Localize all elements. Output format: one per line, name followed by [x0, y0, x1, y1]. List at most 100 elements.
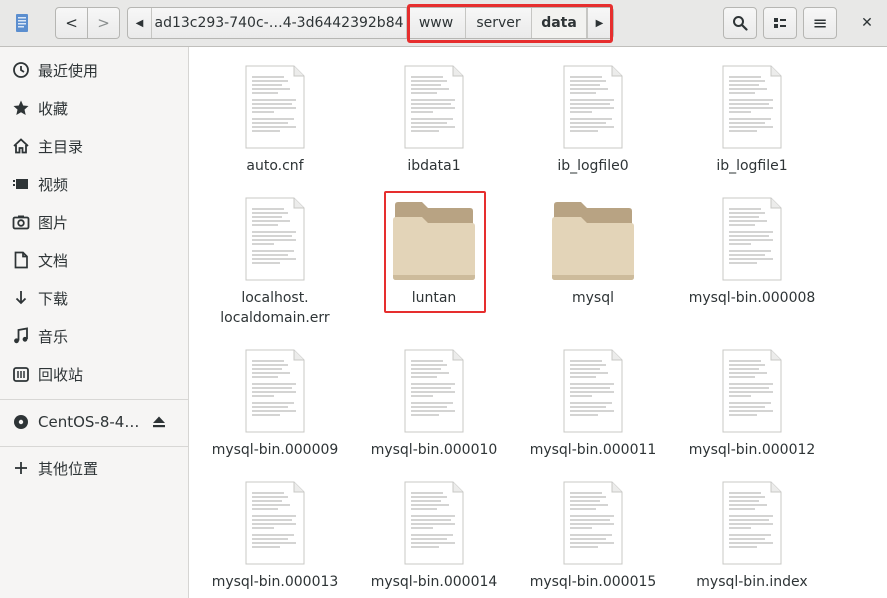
document-icon: [14, 251, 28, 269]
sidebar-item-videos[interactable]: 视频: [0, 165, 188, 203]
file-item[interactable]: mysql-bin.000008: [677, 197, 827, 308]
music-icon: [14, 327, 28, 344]
view-toggle-button[interactable]: [763, 7, 797, 39]
path-scroll-right-button[interactable]: ▶: [587, 8, 611, 38]
file-name: mysql-bin.000013: [211, 574, 339, 590]
trash-icon: [13, 367, 29, 382]
hamburger-menu-icon: ≡: [812, 12, 828, 34]
file-name: mysql-bin.000015: [529, 574, 657, 590]
forward-button[interactable]: >: [88, 7, 120, 39]
arrow-left-icon: ◀: [135, 17, 144, 29]
path-bar: ◀ ad13c293-740c-…4-3d6442392b84 www serv…: [127, 7, 614, 39]
chevron-left-icon: <: [65, 14, 78, 32]
file-name: mysql-bin.000012: [688, 442, 816, 458]
clock-icon: [13, 62, 29, 78]
eject-icon[interactable]: [152, 415, 166, 429]
folder-item[interactable]: mysql: [518, 197, 668, 308]
file-item[interactable]: ib_logfile1: [677, 65, 827, 176]
sidebar-item-starred[interactable]: 收藏: [0, 89, 188, 127]
sidebar-separator: [0, 399, 188, 400]
file-item[interactable]: ibdata1: [359, 65, 509, 176]
sidebar-item-recent[interactable]: 最近使用: [0, 51, 188, 89]
file-name: mysql-bin.000009: [211, 442, 339, 458]
text-file-icon: [563, 65, 623, 149]
sidebar-separator: [0, 446, 188, 447]
file-grid: auto.cnf ibdata1 ib_logfile0 ib_logfile1…: [189, 47, 887, 598]
text-file-icon: [404, 481, 464, 565]
sidebar-item-label: 音乐: [38, 327, 69, 346]
text-file-icon: [722, 197, 782, 281]
file-name: ib_logfile0: [557, 158, 629, 174]
file-name: localhost.: [241, 290, 309, 306]
search-button[interactable]: [723, 7, 757, 39]
sidebar-item-label: CentOS-8-4…: [38, 413, 140, 431]
file-name: mysql-bin.000011: [529, 442, 657, 458]
path-segment-server[interactable]: server: [466, 8, 532, 38]
back-button[interactable]: <: [55, 7, 88, 39]
menu-button[interactable]: ≡: [803, 7, 837, 39]
sidebar-item-other-locations[interactable]: 其他位置: [0, 449, 188, 487]
file-name: mysql-bin.000010: [370, 442, 498, 458]
text-file-icon: [245, 197, 305, 281]
sidebar-item-label: 其他位置: [38, 459, 99, 478]
sidebar-item-label: 收藏: [38, 99, 69, 118]
camera-icon: [12, 215, 30, 230]
file-item[interactable]: mysql-bin.000009: [200, 349, 350, 460]
path-segment-root[interactable]: ad13c293-740c-…4-3d6442392b84: [152, 8, 407, 38]
file-item[interactable]: mysql-bin.000014: [359, 481, 509, 592]
sidebar-item-label: 文档: [38, 251, 69, 270]
file-item[interactable]: localhost. localdomain.err: [200, 197, 350, 328]
file-item[interactable]: ib_logfile0: [518, 65, 668, 176]
file-name: auto.cnf: [246, 158, 304, 174]
download-icon: [15, 291, 27, 305]
text-file-icon: [404, 349, 464, 433]
path-segment-www[interactable]: www: [407, 8, 466, 38]
header-bar: < > ◀ ad13c293-740c-…4-3d6442392b84 www …: [0, 0, 887, 47]
folder-name: mysql: [572, 290, 614, 306]
file-item[interactable]: mysql-bin.000011: [518, 349, 668, 460]
arrow-right-icon: ▶: [595, 17, 604, 29]
path-segment-data[interactable]: data: [532, 8, 587, 38]
file-item[interactable]: mysql-bin.000010: [359, 349, 509, 460]
sidebar-item-label: 下载: [38, 289, 69, 308]
sidebar-item-label: 最近使用: [38, 61, 99, 80]
path-scroll-left-button[interactable]: ◀: [128, 8, 152, 38]
sidebar-item-device[interactable]: CentOS-8-4…: [0, 403, 188, 441]
text-file-icon: [722, 349, 782, 433]
sidebar-item-trash[interactable]: 回收站: [0, 355, 188, 393]
sidebar-item-label: 视频: [38, 175, 69, 194]
file-name: ib_logfile1: [716, 158, 788, 174]
plus-icon: [15, 462, 27, 474]
file-item[interactable]: mysql-bin.000015: [518, 481, 668, 592]
close-icon: ✕: [861, 15, 873, 31]
sidebar-item-label: 图片: [38, 213, 69, 232]
text-file-icon: [722, 481, 782, 565]
text-file-icon: [245, 65, 305, 149]
search-icon: [733, 16, 748, 31]
file-item[interactable]: mysql-bin.000012: [677, 349, 827, 460]
folder-icon: [552, 202, 634, 280]
file-item[interactable]: mysql-bin.index: [677, 481, 827, 592]
sidebar-item-music[interactable]: 音乐: [0, 317, 188, 355]
file-name: mysql-bin.000014: [370, 574, 498, 590]
video-icon: [13, 179, 28, 189]
chevron-right-icon: >: [97, 14, 110, 32]
sidebar-item-label: 主目录: [38, 137, 84, 156]
sidebar-item-documents[interactable]: 文档: [0, 241, 188, 279]
sidebar-item-downloads[interactable]: 下载: [0, 279, 188, 317]
disc-icon: [14, 415, 28, 429]
sidebar-item-home[interactable]: 主目录: [0, 127, 188, 165]
file-item[interactable]: auto.cnf: [200, 65, 350, 176]
text-file-icon: [563, 349, 623, 433]
file-name: mysql-bin.index: [696, 574, 808, 590]
text-file-icon: [404, 65, 464, 149]
file-item[interactable]: mysql-bin.000013: [200, 481, 350, 592]
sidebar: 最近使用 收藏 主目录 视频 图片 文档 下载 音乐 回收站 CentOS-8-…: [0, 47, 189, 598]
home-icon: [13, 138, 29, 154]
sidebar-item-pictures[interactable]: 图片: [0, 203, 188, 241]
file-name: mysql-bin.000008: [688, 290, 816, 306]
folder-item[interactable]: luntan: [359, 197, 509, 308]
file-name: ibdata1: [407, 158, 461, 174]
history-nav: < >: [55, 7, 120, 39]
close-button[interactable]: ✕: [852, 7, 882, 39]
